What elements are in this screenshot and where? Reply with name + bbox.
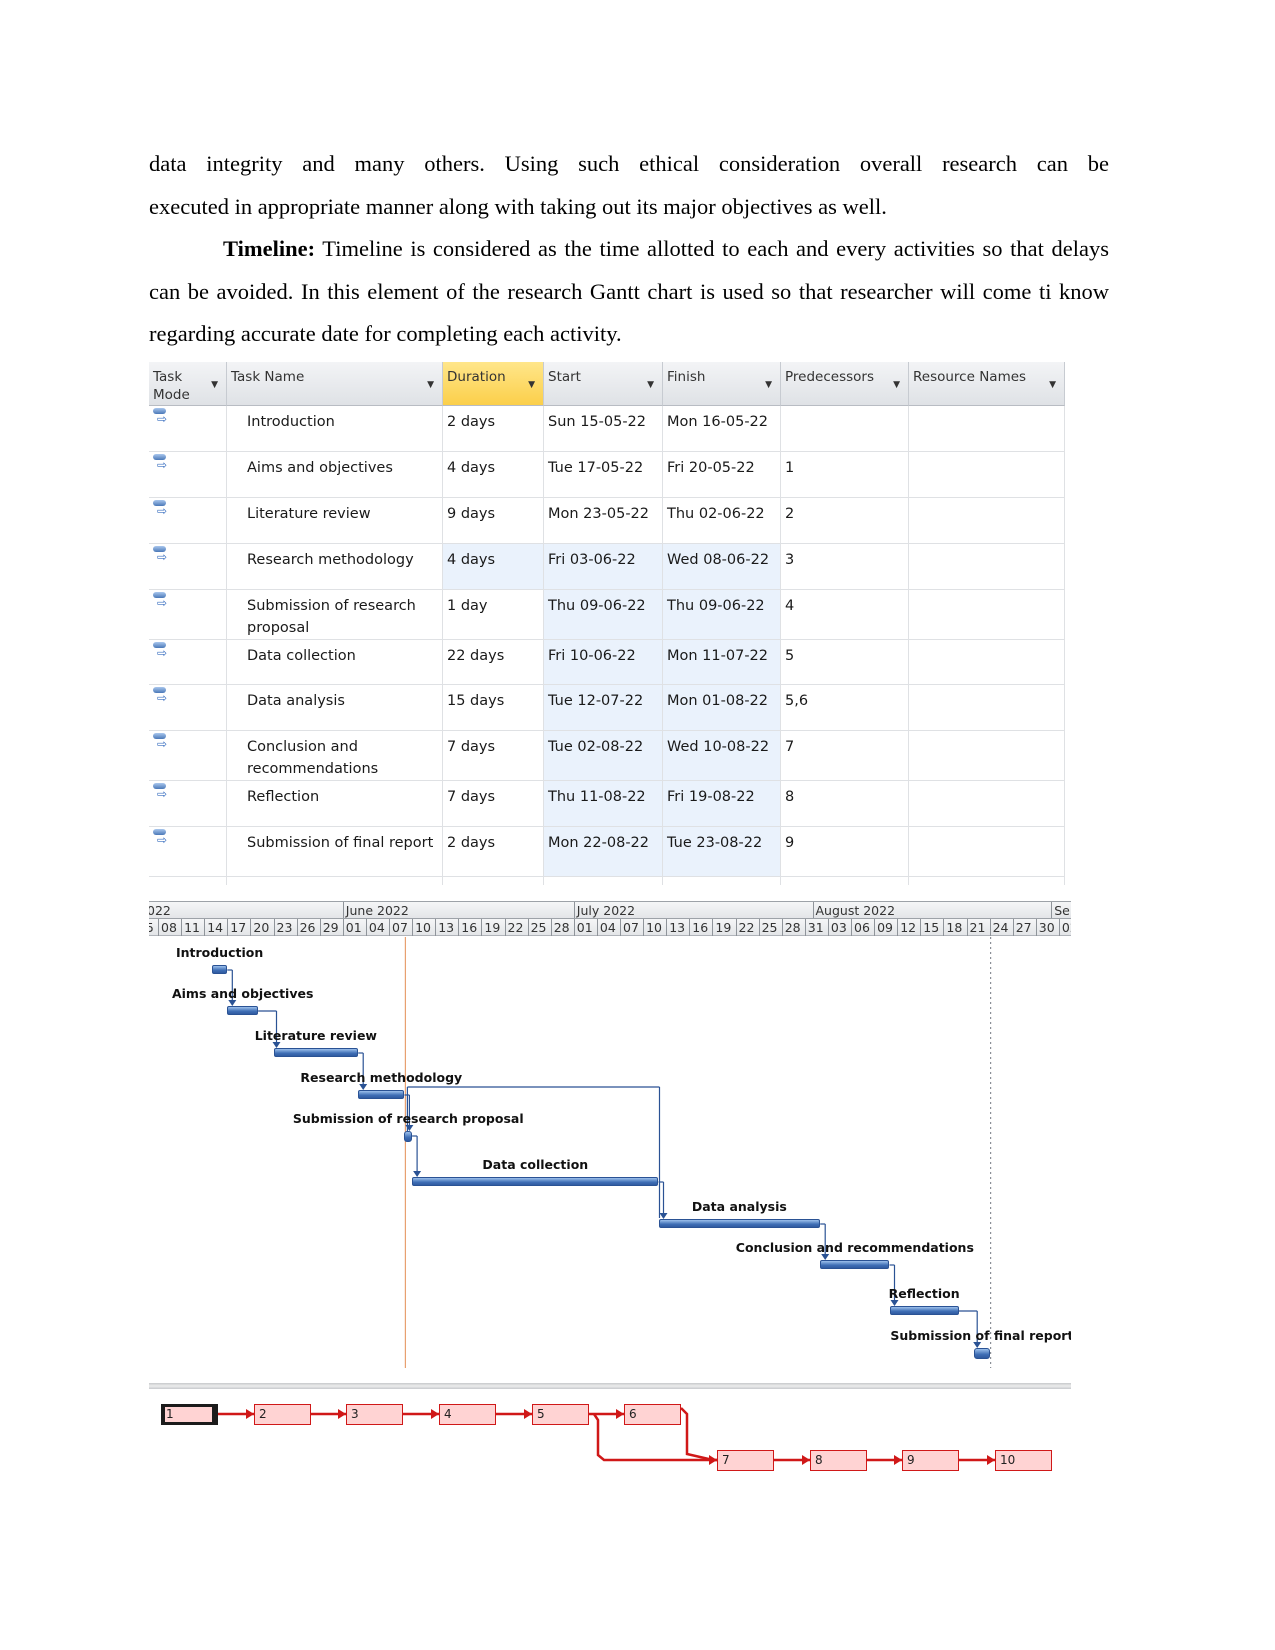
network-node[interactable]: 1: [161, 1404, 218, 1425]
network-node[interactable]: 8: [810, 1450, 867, 1471]
arrow-right-icon: [338, 1409, 346, 1419]
arrow-right-icon: [709, 1455, 717, 1465]
network-node[interactable]: 3: [346, 1404, 403, 1425]
network-node[interactable]: 10: [995, 1450, 1052, 1471]
arrow-right-icon: [894, 1455, 902, 1465]
arrow-right-icon: [802, 1455, 810, 1465]
network-node[interactable]: 9: [902, 1450, 959, 1471]
network-node[interactable]: 7: [717, 1450, 774, 1471]
arrow-right-icon: [987, 1455, 995, 1465]
arrow-right-icon: [616, 1409, 624, 1419]
network-node[interactable]: 4: [439, 1404, 496, 1425]
network-link: [680, 1407, 717, 1462]
arrow-right-icon: [431, 1409, 439, 1419]
network-node[interactable]: 2: [254, 1404, 311, 1425]
network-node[interactable]: 5: [532, 1404, 589, 1425]
network-node[interactable]: 6: [624, 1404, 681, 1425]
arrow-right-icon: [524, 1409, 532, 1419]
network-links: [218, 1407, 995, 1465]
arrow-right-icon: [246, 1409, 254, 1419]
